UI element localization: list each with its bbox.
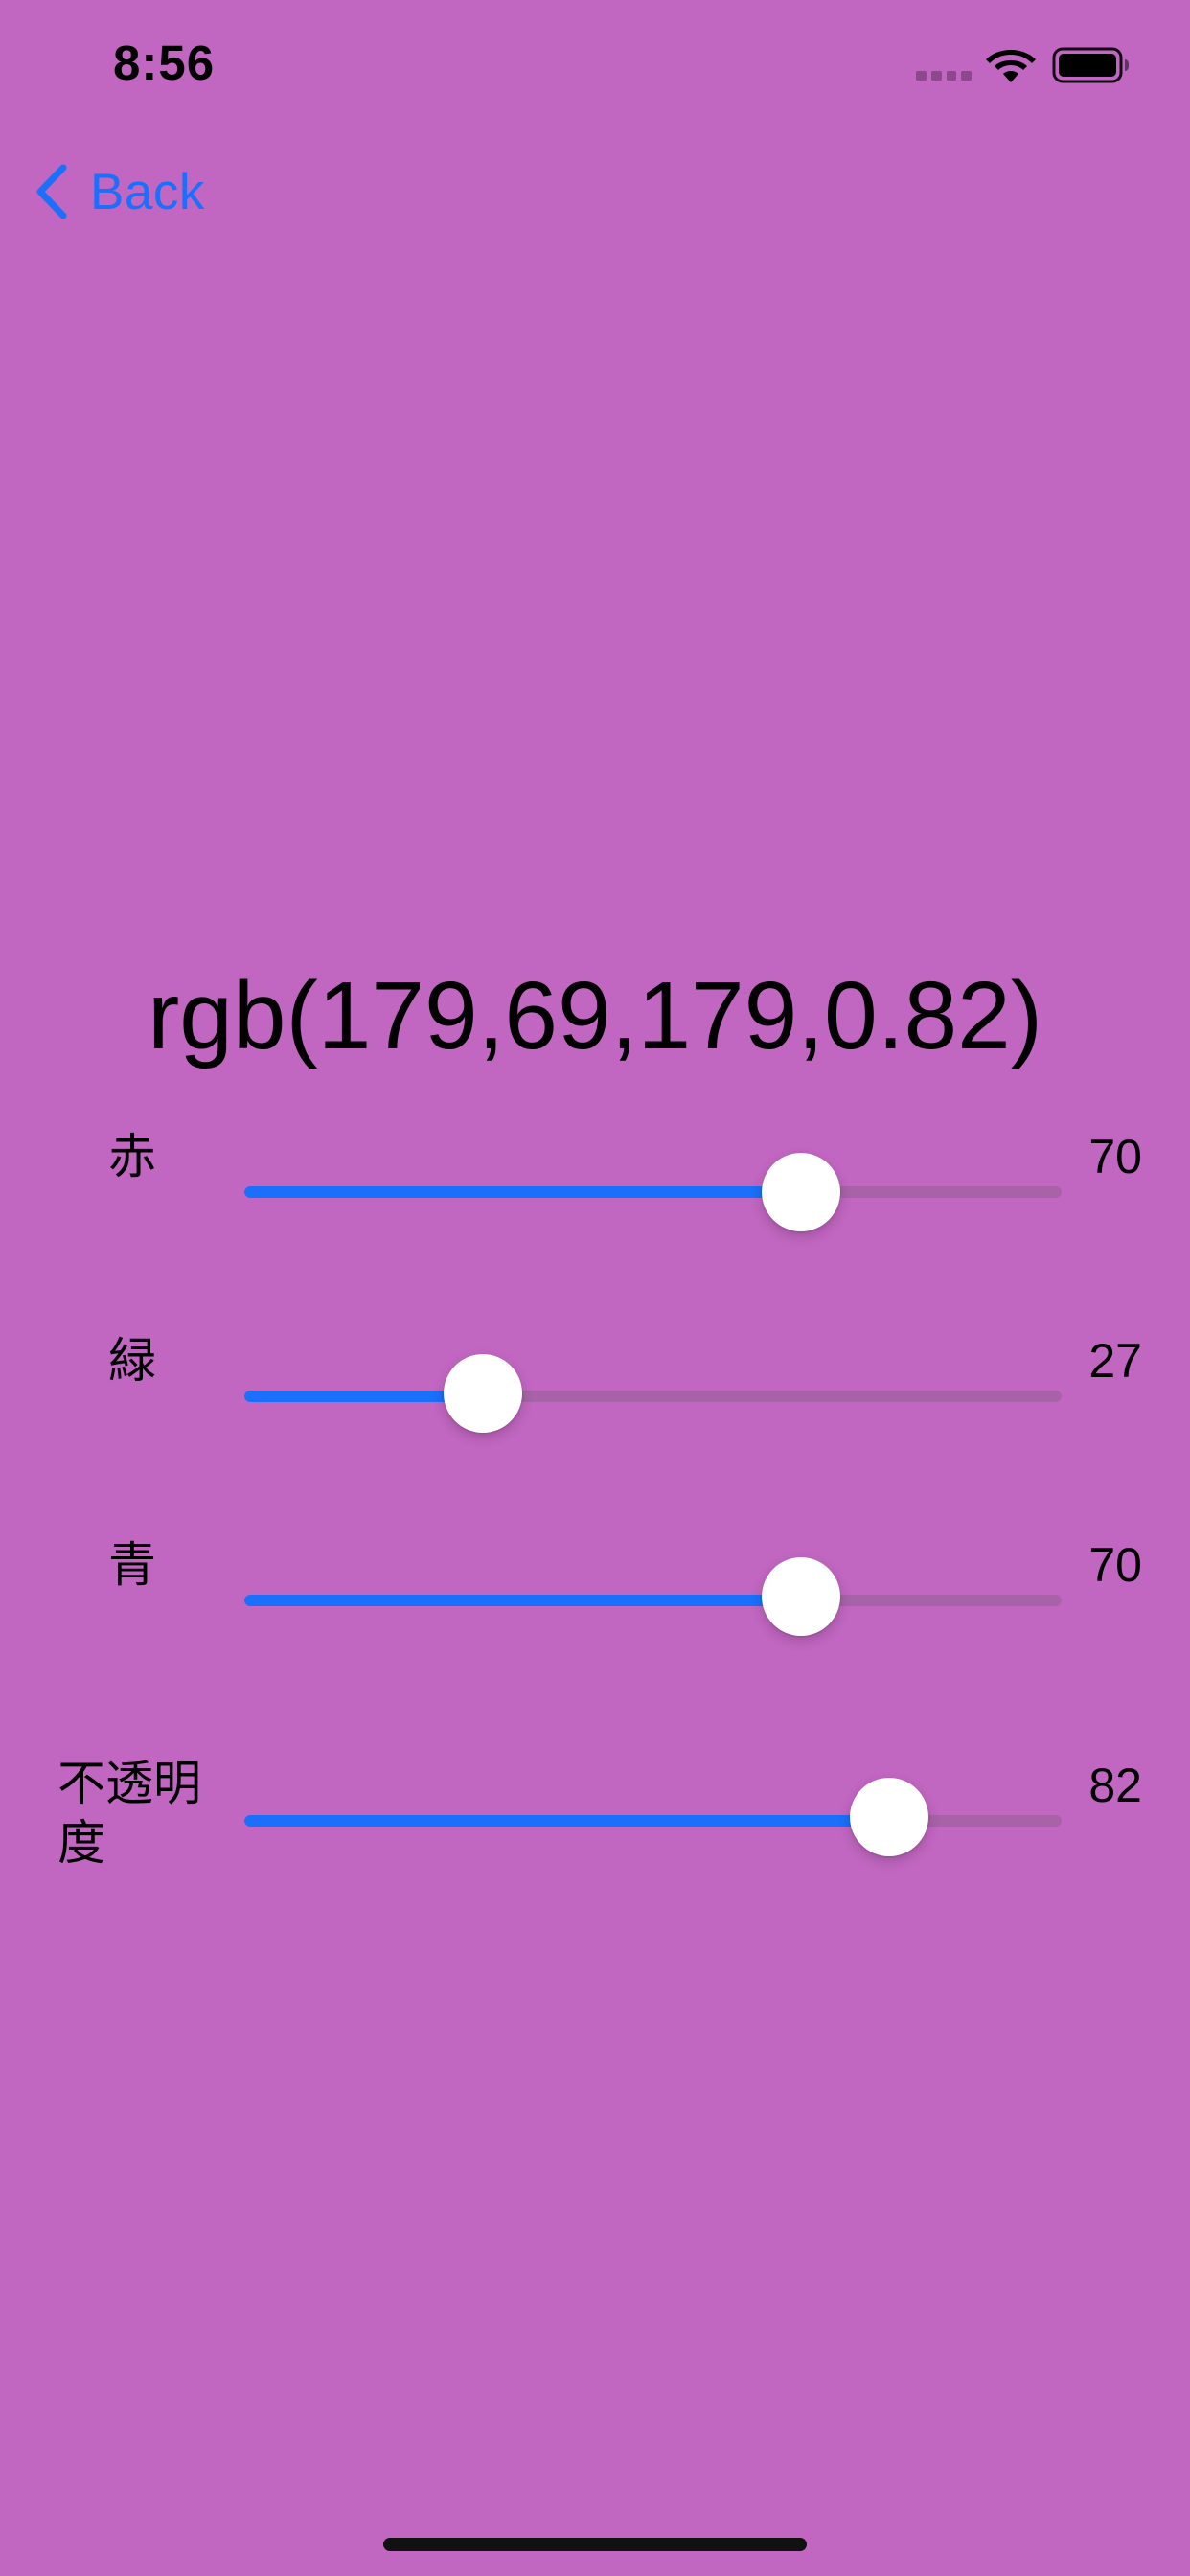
red-slider-value: 70 <box>1088 1130 1142 1184</box>
status-bar: 8:56 <box>0 0 1190 134</box>
green-slider-fill <box>244 1391 465 1402</box>
opacity-slider-thumb[interactable] <box>850 1778 928 1856</box>
chevron-left-icon <box>36 164 67 219</box>
blue-slider-thumb[interactable] <box>762 1557 840 1636</box>
home-indicator <box>383 2538 807 2551</box>
green-slider-label: 緑 <box>108 1334 156 1388</box>
cellular-signal-icon <box>916 71 972 80</box>
opacity-slider-track[interactable] <box>244 1815 1062 1827</box>
wifi-icon <box>986 50 1036 82</box>
red-slider-thumb[interactable] <box>762 1153 840 1231</box>
back-button[interactable]: Back <box>33 153 205 230</box>
battery-icon <box>1052 47 1129 83</box>
red-slider-track[interactable] <box>244 1186 1062 1198</box>
color-picker-screen: 8:56 Back rgb(179,69,179,0.82) 赤 70 緑 27… <box>0 0 1190 2576</box>
red-slider-label: 赤 <box>108 1130 156 1184</box>
green-slider-track[interactable] <box>244 1391 1062 1402</box>
opacity-slider-label: 不透明 度 <box>57 1757 201 1870</box>
back-label: Back <box>90 163 205 220</box>
rgb-value-text: rgb(179,69,179,0.82) <box>147 962 1043 1070</box>
blue-slider-fill <box>244 1595 816 1606</box>
blue-slider-value: 70 <box>1088 1538 1142 1592</box>
green-slider-value: 27 <box>1088 1334 1142 1388</box>
opacity-slider-value: 82 <box>1088 1759 1142 1812</box>
green-slider-thumb[interactable] <box>444 1354 522 1433</box>
status-time: 8:56 <box>113 35 216 90</box>
blue-slider-track[interactable] <box>244 1595 1062 1606</box>
red-slider-fill <box>244 1186 816 1198</box>
blue-slider-label: 青 <box>108 1538 156 1592</box>
opacity-slider-fill <box>244 1815 914 1827</box>
